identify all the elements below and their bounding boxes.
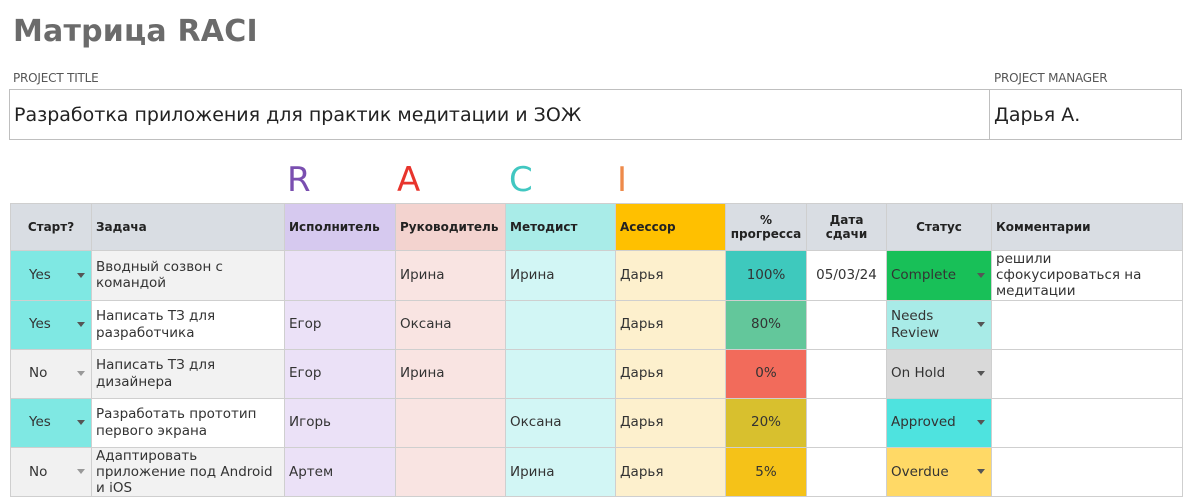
responsible-cell[interactable]: Игорь <box>284 397 396 448</box>
chevron-down-icon <box>977 420 985 426</box>
accountable-cell[interactable] <box>395 446 506 498</box>
due-date-cell[interactable]: 05/03/24 <box>806 250 887 301</box>
start-value: No <box>29 365 48 382</box>
header-task: Задача <box>91 203 285 251</box>
chevron-down-icon <box>77 420 85 426</box>
responsible-cell[interactable]: Артем <box>284 446 396 498</box>
header-due-date: Дата сдачи <box>806 203 887 251</box>
consulted-cell[interactable] <box>505 348 616 399</box>
progress-cell[interactable]: 20% <box>725 397 807 448</box>
task-cell[interactable]: Вводный созвон с командой <box>91 250 285 301</box>
chevron-down-icon <box>977 322 985 328</box>
status-value: On Hold <box>891 365 946 382</box>
chevron-down-icon <box>77 371 85 377</box>
chevron-down-icon <box>77 469 85 475</box>
start-dropdown[interactable]: No <box>10 446 92 498</box>
informed-cell[interactable]: Дарья <box>615 397 726 448</box>
raci-letter-i: I <box>617 160 628 200</box>
header-accountable: Руководитель <box>395 203 506 251</box>
informed-cell[interactable]: Дарья <box>615 348 726 399</box>
status-value: Overdue <box>891 463 949 480</box>
start-value: Yes <box>29 316 51 333</box>
chevron-down-icon <box>77 322 85 328</box>
start-value: No <box>29 463 48 480</box>
raci-letter-a: A <box>397 160 421 200</box>
chevron-down-icon <box>77 272 85 278</box>
project-title-field[interactable]: Разработка приложения для практик медита… <box>9 89 990 140</box>
due-date-cell[interactable] <box>806 446 887 498</box>
status-dropdown[interactable]: Complete <box>886 250 992 301</box>
raci-letter-r: R <box>287 160 311 200</box>
responsible-cell[interactable]: Егор <box>284 348 396 399</box>
project-title-label: PROJECT TITLE <box>13 71 99 85</box>
consulted-cell[interactable] <box>505 299 616 350</box>
start-dropdown[interactable]: No <box>10 348 92 399</box>
header-status: Статус <box>886 203 992 251</box>
status-dropdown[interactable]: Needs Review <box>886 299 992 350</box>
task-cell[interactable]: Разработать прототип первого экрана <box>91 397 285 448</box>
due-date-cell[interactable] <box>806 348 887 399</box>
raci-table: Старт? Задача Исполнитель Руководитель М… <box>10 203 1183 498</box>
comment-cell[interactable] <box>991 348 1183 399</box>
comment-cell[interactable] <box>991 299 1183 350</box>
task-cell[interactable]: Адаптировать приложение под Android и iO… <box>91 446 285 498</box>
table-row: Yes Написать ТЗ для разработчика Егор Оксан… <box>10 299 1183 350</box>
accountable-cell[interactable] <box>395 397 506 448</box>
comment-cell[interactable] <box>991 397 1183 448</box>
status-dropdown[interactable]: Overdue <box>886 446 992 498</box>
header-start: Старт? <box>10 203 92 251</box>
table-row: No Написать ТЗ для дизайнера Егор Ирина Дарь… <box>10 348 1183 399</box>
status-dropdown[interactable]: On Hold <box>886 348 992 399</box>
progress-cell[interactable]: 5% <box>725 446 807 498</box>
header-informed: Асессор <box>615 203 726 251</box>
start-value: Yes <box>29 267 51 284</box>
header-consulted: Методист <box>505 203 616 251</box>
informed-cell[interactable]: Дарья <box>615 299 726 350</box>
start-value: Yes <box>29 414 51 431</box>
table-row: Yes Вводный созвон с командой Ирина Ирина Да… <box>10 250 1183 301</box>
consulted-cell[interactable]: Ирина <box>505 250 616 301</box>
page-title: Матрица RACI <box>13 14 258 49</box>
consulted-cell[interactable]: Ирина <box>505 446 616 498</box>
responsible-cell[interactable]: Егор <box>284 299 396 350</box>
chevron-down-icon <box>977 469 985 475</box>
due-date-cell[interactable] <box>806 397 887 448</box>
due-date-cell[interactable] <box>806 299 887 350</box>
project-manager-field[interactable]: Дарья А. <box>989 89 1182 140</box>
informed-cell[interactable]: Дарья <box>615 250 726 301</box>
start-dropdown[interactable]: Yes <box>10 250 92 301</box>
informed-cell[interactable]: Дарья <box>615 446 726 498</box>
consulted-cell[interactable]: Оксана <box>505 397 616 448</box>
task-cell[interactable]: Написать ТЗ для разработчика <box>91 299 285 350</box>
progress-cell[interactable]: 100% <box>725 250 807 301</box>
accountable-cell[interactable]: Ирина <box>395 348 506 399</box>
status-value: Needs Review <box>891 308 940 341</box>
task-cell[interactable]: Написать ТЗ для дизайнера <box>91 348 285 399</box>
chevron-down-icon <box>977 272 985 278</box>
header-progress: % прогресса <box>725 203 807 251</box>
table-header-row: Старт? Задача Исполнитель Руководитель М… <box>10 203 1183 251</box>
start-dropdown[interactable]: Yes <box>10 397 92 448</box>
progress-cell[interactable]: 0% <box>725 348 807 399</box>
status-value: Complete <box>891 267 957 284</box>
raci-letter-c: C <box>509 160 533 200</box>
status-value: Approved <box>891 414 956 431</box>
accountable-cell[interactable]: Оксана <box>395 299 506 350</box>
chevron-down-icon <box>977 371 985 377</box>
comment-cell[interactable]: решили сфокусироваться на медитации <box>991 250 1183 301</box>
comment-cell[interactable] <box>991 446 1183 498</box>
progress-cell[interactable]: 80% <box>725 299 807 350</box>
responsible-cell[interactable] <box>284 250 396 301</box>
header-comments: Комментарии <box>991 203 1183 251</box>
header-responsible: Исполнитель <box>284 203 396 251</box>
status-dropdown[interactable]: Approved <box>886 397 992 448</box>
project-manager-label: PROJECT MANAGER <box>994 71 1108 85</box>
start-dropdown[interactable]: Yes <box>10 299 92 350</box>
accountable-cell[interactable]: Ирина <box>395 250 506 301</box>
table-row: No Адаптировать приложение под Android и … <box>10 446 1183 498</box>
table-row: Yes Разработать прототип первого экрана Иг… <box>10 397 1183 448</box>
